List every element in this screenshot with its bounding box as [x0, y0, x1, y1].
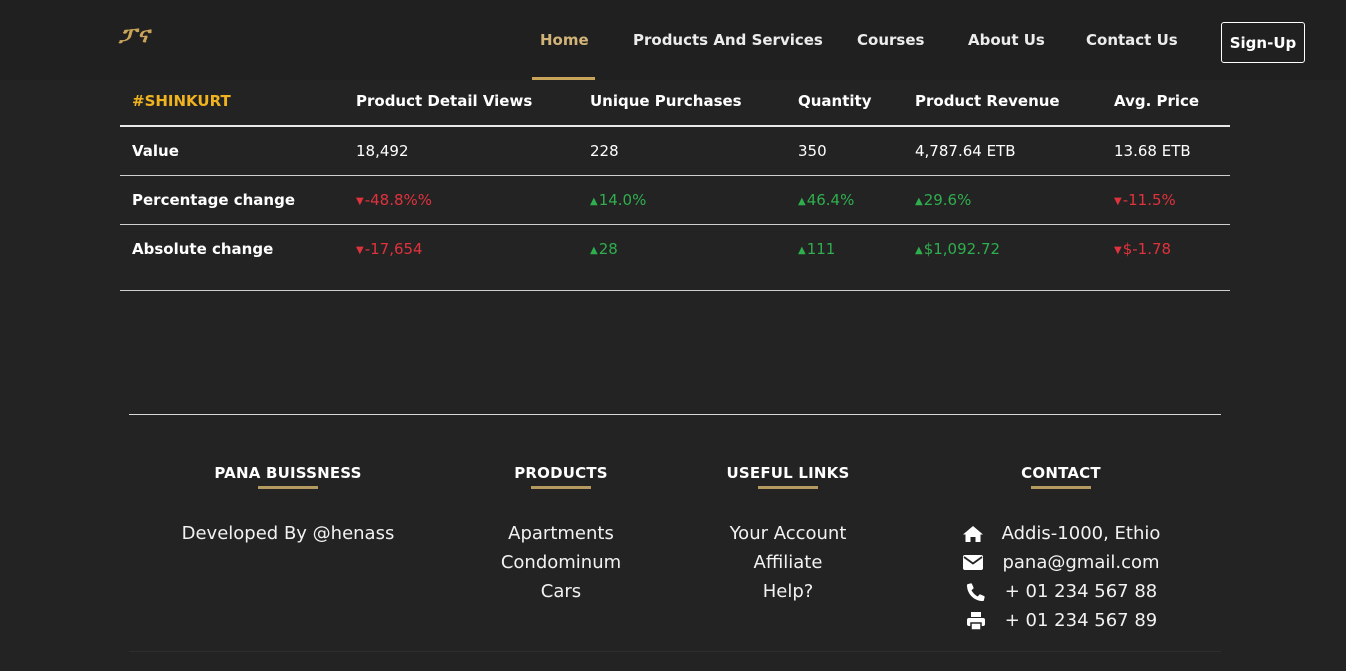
- contact-text: + 01 234 567 89: [1004, 610, 1158, 631]
- footer-link-help[interactable]: Help?: [688, 577, 888, 606]
- table-header: Product Revenue: [915, 92, 1060, 110]
- trend-value: 28: [598, 240, 618, 258]
- table-header-row: #SHINKURT Product Detail Views Unique Pu…: [120, 78, 1230, 127]
- signup-button[interactable]: Sign-Up: [1221, 22, 1305, 63]
- footer-column-pana: PANA BUISSNESS Developed By @henass: [178, 464, 398, 548]
- row-label: Absolute change: [132, 240, 274, 258]
- trend-value: 14.0%: [598, 191, 647, 209]
- table-cell: 18,492: [356, 142, 409, 160]
- footer-divider: [129, 414, 1221, 415]
- contact-text: + 01 234 567 88: [1004, 581, 1158, 602]
- nav-about-us[interactable]: About Us: [968, 31, 1045, 49]
- heading-underline: [1031, 486, 1091, 489]
- table-header: Avg. Price: [1114, 92, 1200, 110]
- table-cell-trend: ▲46.4%: [798, 191, 854, 209]
- trend-value: 111: [806, 240, 836, 258]
- trend-value: $1,092.72: [923, 240, 1001, 258]
- table-row: Percentage change ▼-48.8%% ▲14.0% ▲46.4%…: [120, 176, 1230, 225]
- footer-heading: USEFUL LINKS: [726, 464, 850, 482]
- trend-up-icon: ▲: [590, 245, 598, 256]
- print-icon: [965, 611, 987, 630]
- footer-heading: CONTACT: [1021, 464, 1101, 482]
- trend-up-icon: ▲: [798, 245, 806, 256]
- footer-link-your-account[interactable]: Your Account: [688, 519, 888, 548]
- contact-phone[interactable]: + 01 234 567 88: [951, 577, 1171, 606]
- footer-credit: Developed By @henass: [181, 523, 395, 544]
- table-cell-trend: ▲14.0%: [590, 191, 646, 209]
- trend-up-icon: ▲: [915, 196, 923, 207]
- row-label: Percentage change: [132, 191, 296, 209]
- nav-contact-us[interactable]: Contact Us: [1086, 31, 1178, 49]
- table-cell-trend: ▼$-1.78: [1114, 240, 1171, 258]
- row-label: Value: [132, 142, 179, 160]
- nav-home[interactable]: Home: [540, 31, 589, 49]
- table-cell-trend: ▲29.6%: [915, 191, 971, 209]
- table-cell-trend: ▲111: [798, 240, 835, 258]
- table-row: Value 18,492 228 350 4,787.64 ETB 13.68 …: [120, 127, 1230, 176]
- trend-up-icon: ▲: [590, 196, 598, 207]
- table-cell-trend: ▲28: [590, 240, 618, 258]
- heading-underline: [531, 486, 591, 489]
- contact-fax: + 01 234 567 89: [951, 606, 1171, 635]
- home-icon: [962, 525, 984, 543]
- trend-down-icon: ▼: [356, 245, 364, 256]
- footer-column-contact: CONTACT Addis-1000, Ethio pana@gmail.com…: [951, 464, 1171, 635]
- table-header: Quantity: [798, 92, 872, 110]
- trend-value: -48.8%%: [364, 191, 433, 209]
- navbar: ፓና Home Products And Services Courses Ab…: [0, 0, 1346, 80]
- trend-up-icon: ▲: [798, 196, 806, 207]
- nav-courses[interactable]: Courses: [857, 31, 924, 49]
- table-cell-trend: ▲$1,092.72: [915, 240, 1000, 258]
- heading-underline: [258, 486, 318, 489]
- table-row: Absolute change ▼-17,654 ▲28 ▲111 ▲$1,09…: [120, 225, 1230, 291]
- heading-underline: [758, 486, 818, 489]
- nav-links: Home Products And Services Courses About…: [0, 0, 1346, 80]
- table-cell-trend: ▼-17,654: [356, 240, 423, 258]
- contact-address: Addis-1000, Ethio: [951, 519, 1171, 548]
- contact-text: Addis-1000, Ethio: [1001, 523, 1161, 544]
- trend-value: $-1.78: [1122, 240, 1172, 258]
- footer-heading: PRODUCTS: [514, 464, 608, 482]
- table-cell: 350: [798, 142, 827, 160]
- footer-column-useful-links: USEFUL LINKS Your Account Affiliate Help…: [688, 464, 888, 606]
- phone-icon: [965, 582, 987, 601]
- contact-email[interactable]: pana@gmail.com: [951, 548, 1171, 577]
- footer-link-apartments[interactable]: Apartments: [461, 519, 661, 548]
- trend-up-icon: ▲: [915, 245, 923, 256]
- envelope-icon: [962, 554, 984, 572]
- table-cell: 13.68 ETB: [1114, 142, 1191, 160]
- contact-text: pana@gmail.com: [1002, 552, 1160, 573]
- trend-value: -11.5%: [1122, 191, 1176, 209]
- trend-value: -17,654: [364, 240, 423, 258]
- table-header: Unique Purchases: [590, 92, 742, 110]
- trend-down-icon: ▼: [1114, 245, 1122, 256]
- trend-down-icon: ▼: [356, 196, 364, 207]
- trend-value: 29.6%: [923, 191, 972, 209]
- footer-link-affiliate[interactable]: Affiliate: [688, 548, 888, 577]
- trend-value: 46.4%: [806, 191, 855, 209]
- table-cell-trend: ▼-11.5%: [1114, 191, 1176, 209]
- nav-products-and-services[interactable]: Products And Services: [633, 31, 823, 49]
- footer-link-cars[interactable]: Cars: [461, 577, 661, 606]
- table-cell: 4,787.64 ETB: [915, 142, 1016, 160]
- table-cell: 228: [590, 142, 619, 160]
- footer-column-products: PRODUCTS Apartments Condominum Cars: [461, 464, 661, 606]
- footer-link-condominum[interactable]: Condominum: [461, 548, 661, 577]
- table-cell-trend: ▼-48.8%%: [356, 191, 432, 209]
- footer-heading: PANA BUISSNESS: [214, 464, 362, 482]
- trend-down-icon: ▼: [1114, 196, 1122, 207]
- table-header: Product Detail Views: [356, 92, 533, 110]
- table-header-brand: #SHINKURT: [132, 92, 231, 110]
- footer-bottom-divider: [129, 651, 1221, 652]
